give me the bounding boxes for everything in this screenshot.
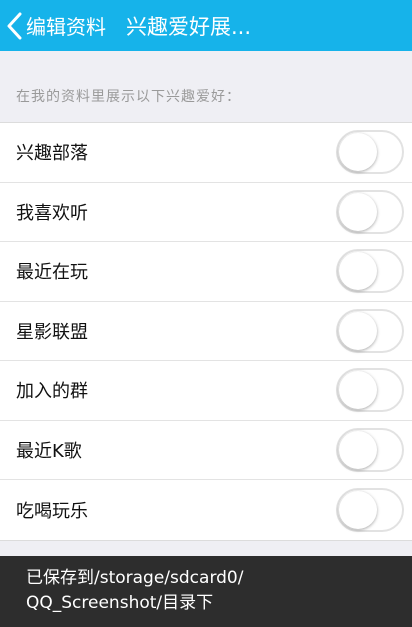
list-item-label: 我喜欢听	[16, 202, 88, 224]
list-item-favorite-music: 我喜欢听	[0, 183, 412, 242]
top-bar: 编辑资料 兴趣爱好展...	[0, 0, 412, 51]
list-item-label: 兴趣部落	[16, 143, 88, 165]
food-fun-toggle[interactable]	[336, 487, 404, 532]
toast-message: 已保存到/storage/sdcard0/ QQ_Screenshot/目录下	[0, 556, 412, 627]
interest-list: 兴趣部落 我喜欢听 最近在玩 星影联盟 加入的群 最近K歌 吃喝玩乐	[0, 122, 412, 541]
star-alliance-toggle[interactable]	[336, 308, 404, 353]
toggle-knob	[339, 490, 377, 529]
list-item-label: 吃喝玩乐	[16, 500, 88, 522]
chevron-left-icon	[4, 11, 24, 41]
toggle-knob	[339, 311, 377, 350]
list-item-joined-groups: 加入的群	[0, 361, 412, 421]
list-item-interest-tribe: 兴趣部落	[0, 123, 412, 183]
list-item-recent-karaoke: 最近K歌	[0, 421, 412, 480]
list-item-recently-played: 最近在玩	[0, 242, 412, 302]
section-caption: 在我的资料里展示以下兴趣爱好：	[16, 89, 241, 105]
toggle-knob	[339, 192, 377, 231]
toast-line-2: QQ_Screenshot/目录下	[26, 593, 214, 613]
list-item-label: 最近在玩	[16, 262, 88, 284]
interest-tribe-toggle[interactable]	[336, 130, 404, 175]
page-title: 兴趣爱好展...	[126, 14, 252, 39]
list-item-label: 加入的群	[16, 381, 88, 403]
list-item-star-alliance: 星影联盟	[0, 302, 412, 361]
toggle-knob	[339, 252, 377, 291]
joined-groups-toggle[interactable]	[336, 368, 404, 413]
list-item-food-fun: 吃喝玩乐	[0, 480, 412, 540]
back-button[interactable]: 编辑资料	[0, 0, 106, 51]
recent-karaoke-toggle[interactable]	[336, 427, 404, 472]
favorite-music-toggle[interactable]	[336, 189, 404, 234]
toggle-knob	[339, 133, 377, 172]
list-item-label: 最近K歌	[16, 440, 82, 462]
toggle-knob	[339, 371, 377, 410]
list-item-label: 星影联盟	[16, 321, 88, 343]
toast-line-1: 已保存到/storage/sdcard0/	[26, 568, 244, 588]
recently-played-toggle[interactable]	[336, 249, 404, 294]
back-label: 编辑资料	[26, 15, 106, 39]
toggle-knob	[339, 430, 377, 469]
